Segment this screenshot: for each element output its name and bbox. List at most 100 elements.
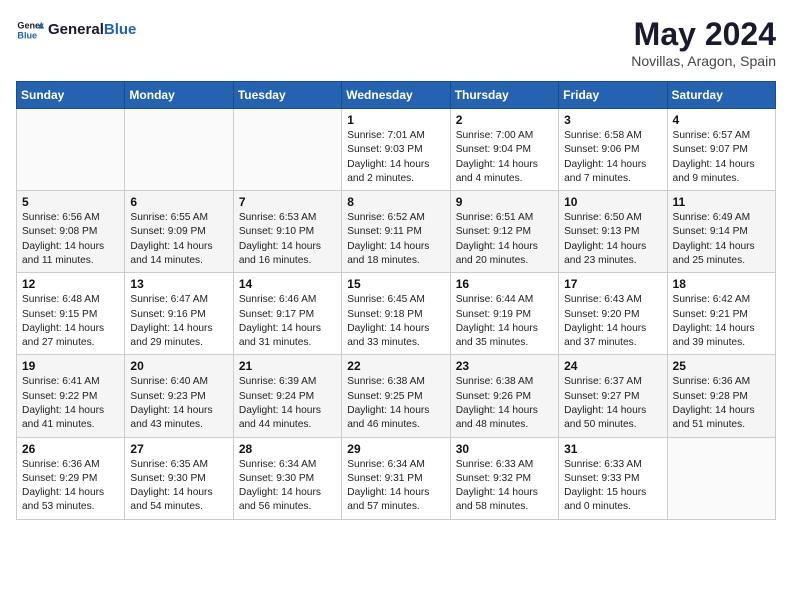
calendar-week-row: 12 Sunrise: 6:48 AMSunset: 9:15 PMDayligh…: [17, 273, 776, 355]
day-info: Sunrise: 6:34 AMSunset: 9:30 PMDaylight:…: [239, 458, 336, 515]
day-number: 21: [239, 359, 336, 373]
day-info: Sunrise: 6:40 AMSunset: 9:23 PMDaylight:…: [130, 375, 227, 432]
calendar-cell: 23Sunrise: 6:38 AMSunset: 9:26 PMDayligh…: [450, 355, 558, 437]
day-number: 24: [564, 359, 661, 373]
calendar-week-row: 5 Sunrise: 6:56 AMSunset: 9:08 PMDaylight…: [17, 191, 776, 273]
calendar-cell: 20 Sunrise: 6:40 AMSunset: 9:23 PMDayligh…: [125, 355, 233, 437]
day-number: 27: [130, 442, 227, 456]
calendar-cell: 19 Sunrise: 6:41 AMSunset: 9:22 PMDayligh…: [17, 355, 125, 437]
day-info: Sunrise: 6:33 AMSunset: 9:33 PMDaylight:…: [564, 458, 661, 515]
day-number: 5: [22, 195, 119, 209]
day-number: 13: [130, 277, 227, 291]
calendar-cell: 12 Sunrise: 6:48 AMSunset: 9:15 PMDayligh…: [17, 273, 125, 355]
day-info: Sunrise: 6:39 AMSunset: 9:24 PMDaylight:…: [239, 375, 336, 432]
day-info: Sunrise: 6:56 AMSunset: 9:08 PMDaylight:…: [22, 211, 119, 268]
day-number: 16: [456, 277, 553, 291]
calendar-cell: 30 Sunrise: 6:33 AMSunset: 9:32 PMDayligh…: [450, 437, 558, 519]
day-number: 19: [22, 359, 119, 373]
logo: General Blue GeneralBlue: [16, 16, 136, 44]
calendar-cell: 14Sunrise: 6:46 AMSunset: 9:17 PMDayligh…: [233, 273, 341, 355]
day-info: Sunrise: 6:43 AMSunset: 9:20 PMDaylight:…: [564, 293, 661, 350]
calendar-cell: 16 Sunrise: 6:44 AMSunset: 9:19 PMDayligh…: [450, 273, 558, 355]
weekday-header: Sunday: [17, 82, 125, 109]
weekday-header: Wednesday: [342, 82, 450, 109]
title-block: May 2024 Novillas, Aragon, Spain: [631, 16, 776, 69]
day-info: Sunrise: 6:37 AMSunset: 9:27 PMDaylight:…: [564, 375, 661, 432]
calendar-cell: 11 Sunrise: 6:49 AMSunset: 9:14 PMDayligh…: [667, 191, 775, 273]
day-info: Sunrise: 6:46 AMSunset: 9:17 PMDaylight:…: [239, 293, 336, 350]
calendar-cell: [233, 109, 341, 191]
day-info: Sunrise: 6:52 AMSunset: 9:11 PMDaylight:…: [347, 211, 444, 268]
day-info: Sunrise: 6:41 AMSunset: 9:22 PMDaylight:…: [22, 375, 119, 432]
day-number: 8: [347, 195, 444, 209]
day-number: 10: [564, 195, 661, 209]
day-info: Sunrise: 6:44 AMSunset: 9:19 PMDaylight:…: [456, 293, 553, 350]
day-info: Sunrise: 6:38 AMSunset: 9:25 PMDaylight:…: [347, 375, 444, 432]
day-info: Sunrise: 6:50 AMSunset: 9:13 PMDaylight:…: [564, 211, 661, 268]
day-info: Sunrise: 6:48 AMSunset: 9:15 PMDaylight:…: [22, 293, 119, 350]
day-info: Sunrise: 6:53 AMSunset: 9:10 PMDaylight:…: [239, 211, 336, 268]
day-number: 7: [239, 195, 336, 209]
day-info: Sunrise: 6:42 AMSunset: 9:21 PMDaylight:…: [673, 293, 770, 350]
weekday-header-row: SundayMondayTuesdayWednesdayThursdayFrid…: [17, 82, 776, 109]
day-info: Sunrise: 6:34 AMSunset: 9:31 PMDaylight:…: [347, 458, 444, 515]
day-info: Sunrise: 6:38 AMSunset: 9:26 PMDaylight:…: [456, 375, 553, 432]
day-info: Sunrise: 6:58 AMSunset: 9:06 PMDaylight:…: [564, 129, 661, 186]
day-number: 1: [347, 113, 444, 127]
weekday-header: Tuesday: [233, 82, 341, 109]
day-number: 12: [22, 277, 119, 291]
calendar-cell: 2Sunrise: 7:00 AMSunset: 9:04 PMDaylight…: [450, 109, 558, 191]
calendar-cell: 10 Sunrise: 6:50 AMSunset: 9:13 PMDayligh…: [559, 191, 667, 273]
day-number: 17: [564, 277, 661, 291]
day-number: 28: [239, 442, 336, 456]
logo-text: GeneralBlue: [48, 21, 136, 39]
day-number: 4: [673, 113, 770, 127]
calendar-cell: 1 Sunrise: 7:01 AMSunset: 9:03 PMDaylight…: [342, 109, 450, 191]
weekday-header: Saturday: [667, 82, 775, 109]
day-number: 11: [673, 195, 770, 209]
day-number: 6: [130, 195, 227, 209]
day-number: 9: [456, 195, 553, 209]
day-number: 20: [130, 359, 227, 373]
calendar-cell: 4 Sunrise: 6:57 AMSunset: 9:07 PMDaylight…: [667, 109, 775, 191]
calendar-cell: 15Sunrise: 6:45 AMSunset: 9:18 PMDayligh…: [342, 273, 450, 355]
calendar-cell: [17, 109, 125, 191]
calendar-table: SundayMondayTuesdayWednesdayThursdayFrid…: [16, 81, 776, 520]
calendar-cell: [125, 109, 233, 191]
calendar-cell: [667, 437, 775, 519]
calendar-cell: 7 Sunrise: 6:53 AMSunset: 9:10 PMDaylight…: [233, 191, 341, 273]
day-number: 25: [673, 359, 770, 373]
weekday-header: Monday: [125, 82, 233, 109]
day-number: 3: [564, 113, 661, 127]
calendar-week-row: 26Sunrise: 6:36 AMSunset: 9:29 PMDayligh…: [17, 437, 776, 519]
day-number: 29: [347, 442, 444, 456]
day-info: Sunrise: 7:01 AMSunset: 9:03 PMDaylight:…: [347, 129, 444, 186]
logo-icon: General Blue: [16, 16, 44, 44]
day-info: Sunrise: 6:57 AMSunset: 9:07 PMDaylight:…: [673, 129, 770, 186]
day-number: 22: [347, 359, 444, 373]
calendar-week-row: 19 Sunrise: 6:41 AMSunset: 9:22 PMDayligh…: [17, 355, 776, 437]
calendar-cell: 8 Sunrise: 6:52 AMSunset: 9:11 PMDaylight…: [342, 191, 450, 273]
weekday-header: Thursday: [450, 82, 558, 109]
calendar-cell: 29 Sunrise: 6:34 AMSunset: 9:31 PMDayligh…: [342, 437, 450, 519]
day-info: Sunrise: 6:45 AMSunset: 9:18 PMDaylight:…: [347, 293, 444, 350]
calendar-cell: 28 Sunrise: 6:34 AMSunset: 9:30 PMDayligh…: [233, 437, 341, 519]
calendar-cell: 27 Sunrise: 6:35 AMSunset: 9:30 PMDayligh…: [125, 437, 233, 519]
calendar-cell: 6Sunrise: 6:55 AMSunset: 9:09 PMDaylight…: [125, 191, 233, 273]
day-info: Sunrise: 6:36 AMSunset: 9:28 PMDaylight:…: [673, 375, 770, 432]
calendar-cell: 22 Sunrise: 6:38 AMSunset: 9:25 PMDayligh…: [342, 355, 450, 437]
day-info: Sunrise: 6:33 AMSunset: 9:32 PMDaylight:…: [456, 458, 553, 515]
calendar-cell: 18 Sunrise: 6:42 AMSunset: 9:21 PMDayligh…: [667, 273, 775, 355]
day-number: 18: [673, 277, 770, 291]
calendar-cell: 3 Sunrise: 6:58 AMSunset: 9:06 PMDaylight…: [559, 109, 667, 191]
month-title: May 2024: [631, 16, 776, 53]
day-info: Sunrise: 6:35 AMSunset: 9:30 PMDaylight:…: [130, 458, 227, 515]
svg-text:Blue: Blue: [17, 30, 37, 40]
day-info: Sunrise: 6:47 AMSunset: 9:16 PMDaylight:…: [130, 293, 227, 350]
calendar-cell: 26Sunrise: 6:36 AMSunset: 9:29 PMDayligh…: [17, 437, 125, 519]
calendar-cell: 9Sunrise: 6:51 AMSunset: 9:12 PMDaylight…: [450, 191, 558, 273]
weekday-header: Friday: [559, 82, 667, 109]
day-number: 30: [456, 442, 553, 456]
calendar-cell: 31Sunrise: 6:33 AMSunset: 9:33 PMDayligh…: [559, 437, 667, 519]
day-info: Sunrise: 6:49 AMSunset: 9:14 PMDaylight:…: [673, 211, 770, 268]
